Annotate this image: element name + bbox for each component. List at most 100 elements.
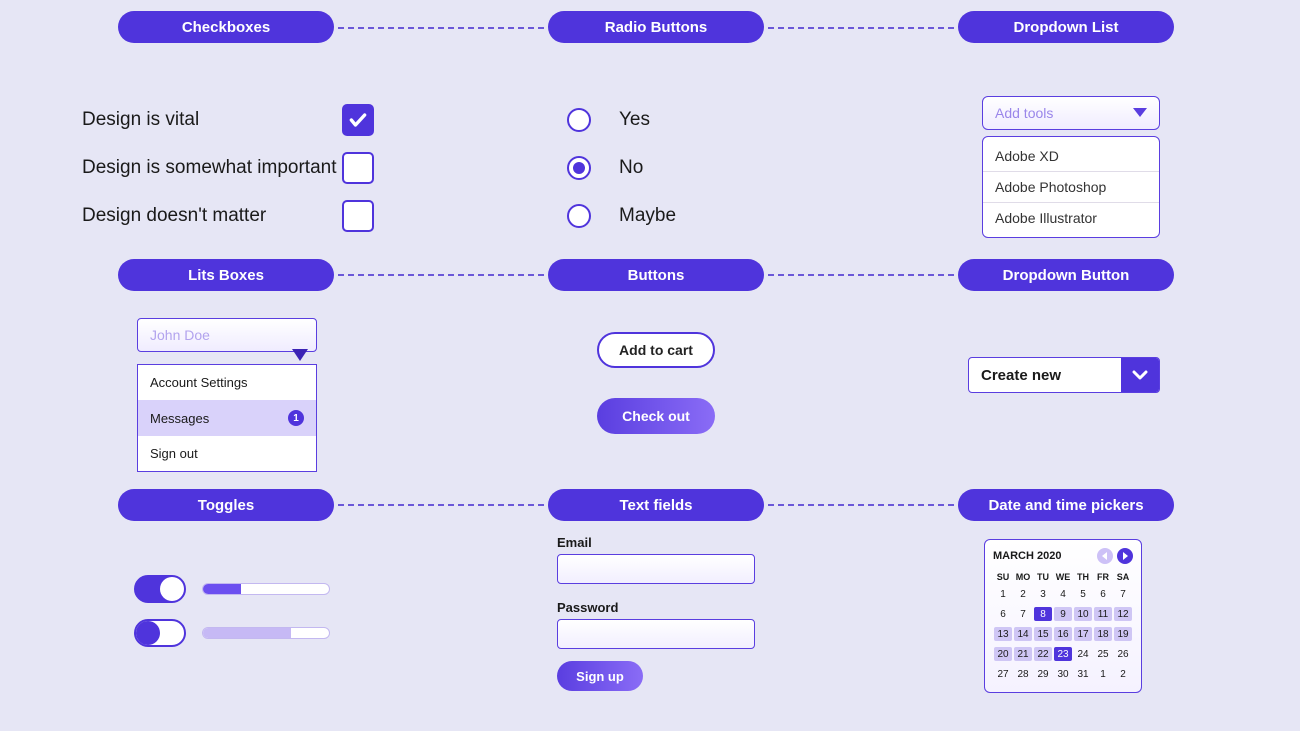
calendar-day[interactable]: 4 [1053, 584, 1073, 604]
calendar-day[interactable]: 16 [1053, 624, 1073, 644]
list-item-account[interactable]: Account Settings [138, 365, 316, 400]
chevron-down-icon [1132, 369, 1148, 381]
list-box-trigger[interactable]: John Doe [137, 318, 317, 352]
checkbox-vital[interactable] [342, 104, 374, 136]
calendar-day[interactable]: 5 [1073, 584, 1093, 604]
checkbox-label: Design is vital [82, 109, 342, 131]
list-item-label: Account Settings [150, 375, 248, 390]
radio-no[interactable] [567, 156, 591, 180]
dropdown-item-xd[interactable]: Adobe XD [983, 141, 1159, 172]
list-item-label: Sign out [150, 446, 198, 461]
list-box: John Doe Account Settings Messages 1 Sig… [137, 318, 317, 472]
list-item-label: Messages [150, 411, 209, 426]
checkbox-doesnt-matter[interactable] [342, 200, 374, 232]
divider [768, 274, 954, 276]
dropdown-list-trigger[interactable]: Add tools [982, 96, 1160, 130]
calendar-day[interactable]: 17 [1073, 624, 1093, 644]
calendar-day[interactable]: 2 [1013, 584, 1033, 604]
dropdown-item-photoshop[interactable]: Adobe Photoshop [983, 172, 1159, 203]
divider [768, 27, 954, 29]
date-picker: MARCH 2020 SUMOTUWETHFRSA 12345676789101… [984, 539, 1142, 693]
calendar-next-button[interactable] [1117, 548, 1133, 564]
calendar-day[interactable]: 7 [1013, 604, 1033, 624]
calendar-day[interactable]: 21 [1013, 644, 1033, 664]
calendar-day[interactable]: 22 [1033, 644, 1053, 664]
list-item-signout[interactable]: Sign out [138, 436, 316, 471]
calendar-day[interactable]: 9 [1053, 604, 1073, 624]
list-box-menu: Account Settings Messages 1 Sign out [137, 364, 317, 472]
section-header-text-fields: Text fields [548, 489, 764, 521]
toggle-off[interactable] [134, 619, 186, 647]
calendar-day[interactable]: 15 [1033, 624, 1053, 644]
calendar-day[interactable]: 7 [1113, 584, 1133, 604]
button-group: Add to cart Check out [597, 332, 715, 434]
calendar-day[interactable]: 1 [1093, 664, 1113, 684]
dropdown-list: Add tools Adobe XD Adobe Photoshop Adobe… [982, 96, 1160, 238]
list-box-placeholder: John Doe [150, 327, 210, 343]
calendar-day[interactable]: 27 [993, 664, 1013, 684]
calendar-day[interactable]: 20 [993, 644, 1013, 664]
toggle-on[interactable] [134, 575, 186, 603]
check-icon [348, 110, 368, 130]
calendar-day[interactable]: 6 [1093, 584, 1113, 604]
calendar-day[interactable]: 14 [1013, 624, 1033, 644]
radio-label: No [619, 157, 643, 179]
calendar-dow: SA [1113, 570, 1133, 584]
radio-group: Yes No Maybe [567, 96, 676, 240]
section-header-radio: Radio Buttons [548, 11, 764, 43]
section-header-dropdown-button: Dropdown Button [958, 259, 1174, 291]
calendar-day[interactable]: 10 [1073, 604, 1093, 624]
checkbox-somewhat[interactable] [342, 152, 374, 184]
add-to-cart-button[interactable]: Add to cart [597, 332, 715, 368]
password-field[interactable] [557, 619, 755, 649]
calendar-prev-button[interactable] [1097, 548, 1113, 564]
radio-maybe[interactable] [567, 204, 591, 228]
calendar-day[interactable]: 12 [1113, 604, 1133, 624]
calendar-day[interactable]: 19 [1113, 624, 1133, 644]
calendar-day[interactable]: 31 [1073, 664, 1093, 684]
email-label: Email [557, 535, 755, 550]
section-header-toggles: Toggles [118, 489, 334, 521]
calendar-dow: FR [1093, 570, 1113, 584]
radio-label: Yes [619, 109, 650, 131]
calendar-day[interactable]: 29 [1033, 664, 1053, 684]
password-label: Password [557, 600, 755, 615]
calendar-day[interactable]: 25 [1093, 644, 1113, 664]
sign-up-button[interactable]: Sign up [557, 661, 643, 691]
dropdown-placeholder: Add tools [995, 105, 1053, 121]
calendar-day[interactable]: 6 [993, 604, 1013, 624]
calendar-day[interactable]: 8 [1033, 604, 1053, 624]
chevron-left-icon [1101, 552, 1109, 560]
calendar-day[interactable]: 11 [1093, 604, 1113, 624]
dropdown-button-label: Create new [969, 358, 1121, 392]
calendar-day[interactable]: 30 [1053, 664, 1073, 684]
calendar-day[interactable]: 1 [993, 584, 1013, 604]
calendar-day[interactable]: 23 [1053, 644, 1073, 664]
toggle-group [134, 575, 330, 647]
checkbox-label: Design doesn't matter [82, 205, 342, 227]
section-header-buttons: Buttons [548, 259, 764, 291]
calendar-dow: WE [1053, 570, 1073, 584]
calendar-day[interactable]: 18 [1093, 624, 1113, 644]
check-out-button[interactable]: Check out [597, 398, 715, 434]
calendar-day[interactable]: 24 [1073, 644, 1093, 664]
create-new-dropdown-button[interactable]: Create new [968, 357, 1160, 393]
list-item-messages[interactable]: Messages 1 [138, 400, 316, 436]
divider [338, 27, 544, 29]
calendar-day[interactable]: 26 [1113, 644, 1133, 664]
divider [768, 504, 954, 506]
calendar-day[interactable]: 28 [1013, 664, 1033, 684]
calendar-title: MARCH 2020 [993, 550, 1061, 562]
email-field[interactable] [557, 554, 755, 584]
dropdown-item-illustrator[interactable]: Adobe Illustrator [983, 203, 1159, 233]
calendar-day[interactable]: 2 [1113, 664, 1133, 684]
calendar-dow: MO [1013, 570, 1033, 584]
progress-bar-a [202, 583, 330, 595]
calendar-day[interactable]: 3 [1033, 584, 1053, 604]
calendar-dow: TU [1033, 570, 1053, 584]
calendar-day[interactable]: 13 [993, 624, 1013, 644]
dropdown-button-arrow[interactable] [1121, 358, 1159, 392]
chevron-right-icon [1121, 552, 1129, 560]
chevron-down-icon [292, 349, 308, 361]
radio-yes[interactable] [567, 108, 591, 132]
